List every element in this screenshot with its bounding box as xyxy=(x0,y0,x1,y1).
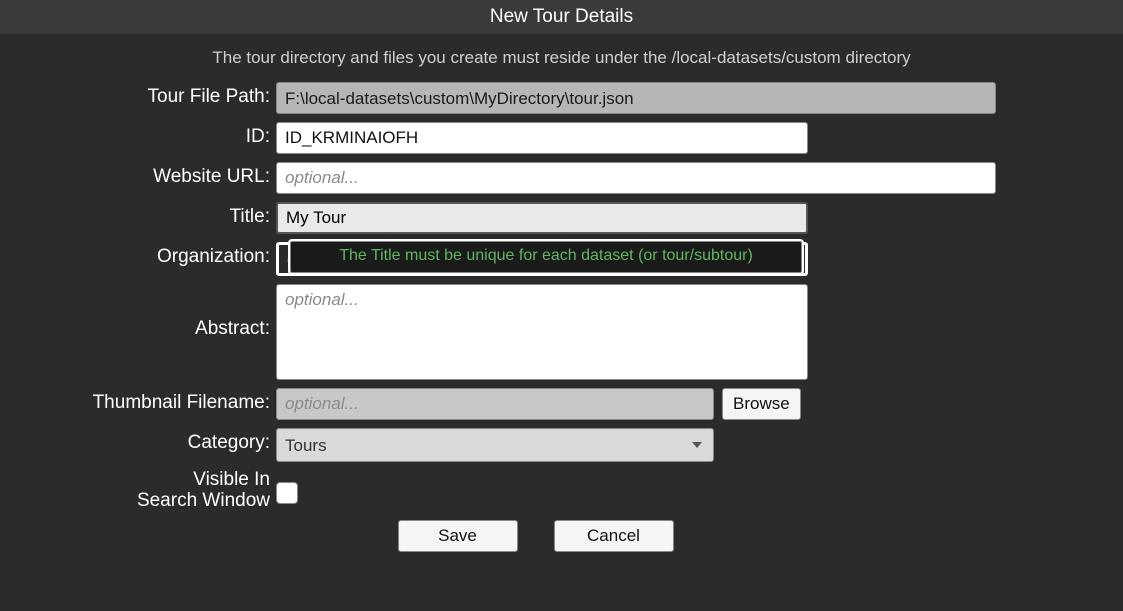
browse-button[interactable]: Browse xyxy=(722,388,801,420)
label-org: Organization: xyxy=(78,242,276,268)
label-visible: Visible In Search Window xyxy=(78,470,276,512)
label-url: Website URL: xyxy=(78,162,276,188)
visible-in-search-checkbox[interactable] xyxy=(276,482,298,504)
label-thumbnail: Thumbnail Filename: xyxy=(78,388,276,414)
abstract-textarea[interactable] xyxy=(276,284,808,380)
dialog-subtitle: The tour directory and files you create … xyxy=(0,48,1123,68)
label-id: ID: xyxy=(78,122,276,148)
label-title: Title: xyxy=(78,202,276,228)
cancel-button[interactable]: Cancel xyxy=(554,520,674,552)
website-url-input[interactable] xyxy=(276,162,996,194)
id-input[interactable] xyxy=(276,122,808,154)
label-category: Category: xyxy=(78,428,276,454)
title-input[interactable] xyxy=(276,202,808,234)
category-select[interactable]: Tours xyxy=(276,428,714,462)
tour-file-path-field: F:\local-datasets\custom\MyDirectory\tou… xyxy=(276,82,996,114)
dialog-title: New Tour Details xyxy=(0,0,1123,34)
label-visible-line2: Search Window xyxy=(137,490,270,511)
label-path: Tour File Path: xyxy=(78,82,276,108)
save-button[interactable]: Save xyxy=(398,520,518,552)
organization-input[interactable] xyxy=(276,242,808,276)
thumbnail-filename-input[interactable] xyxy=(276,388,714,420)
label-abstract: Abstract: xyxy=(78,284,276,340)
label-visible-line1: Visible In xyxy=(193,469,270,490)
form: Tour File Path: F:\local-datasets\custom… xyxy=(78,82,993,552)
